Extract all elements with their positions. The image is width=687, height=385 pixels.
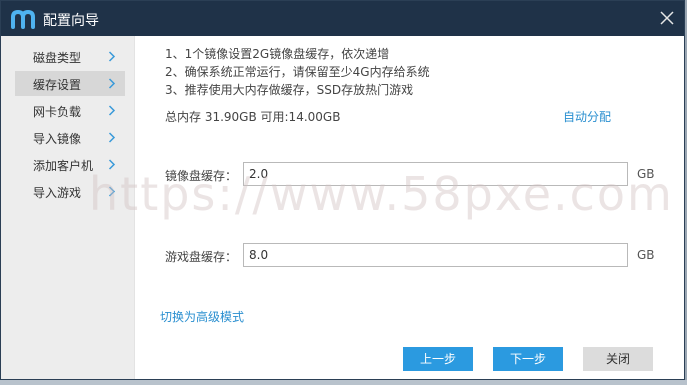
title-bar[interactable]: 配置向导 [1, 1, 684, 36]
close-button[interactable]: 关闭 [583, 347, 653, 371]
cache-settings-panel: 1、1个镜像设置2G镜像盘缓存，依次递增 2、确保系统正常运行，请保留至少4G内… [135, 36, 684, 379]
auto-allocate-link[interactable]: 自动分配 [563, 108, 611, 125]
image-cache-input[interactable] [243, 162, 628, 186]
sidebar-item-label: 网卡负载 [33, 105, 82, 119]
config-wizard-window: 配置向导 磁盘类型 缓存设置 网卡负载 导入镜像 添加客户机 导入游戏 1、1个… [0, 0, 685, 380]
image-cache-unit: GB [637, 167, 655, 181]
sidebar-item-label: 磁盘类型 [33, 51, 82, 65]
sidebar-item-disk-type[interactable]: 磁盘类型 [15, 44, 125, 69]
tip-line-3: 3、推荐使用大内存做缓存，SSD存放热门游戏 [165, 83, 414, 97]
close-icon[interactable] [658, 9, 676, 27]
memory-summary: 总内存 31.90GB 可用:14.00GB [165, 110, 341, 124]
tip-line-2: 2、确保系统正常运行，请保留至少4G内存给系统 [165, 65, 430, 79]
wizard-sidebar: 磁盘类型 缓存设置 网卡负载 导入镜像 添加客户机 导入游戏 [1, 36, 135, 379]
next-button[interactable]: 下一步 [493, 347, 563, 371]
chevron-right-icon [108, 186, 116, 197]
chevron-right-icon [108, 132, 116, 143]
sidebar-item-label: 添加客户机 [33, 159, 94, 173]
prev-button[interactable]: 上一步 [403, 347, 473, 371]
sidebar-item-cache-settings[interactable]: 缓存设置 [15, 71, 125, 96]
sidebar-item-import-image[interactable]: 导入镜像 [15, 125, 125, 150]
game-cache-input[interactable] [243, 243, 628, 267]
sidebar-item-add-client[interactable]: 添加客户机 [15, 152, 125, 177]
chevron-right-icon [108, 105, 116, 116]
chevron-right-icon [108, 159, 116, 170]
chevron-right-icon [108, 78, 116, 89]
image-cache-label: 镜像盘缓存： [165, 169, 238, 183]
sidebar-item-label: 导入镜像 [33, 132, 82, 146]
chevron-right-icon [108, 51, 116, 62]
window-title: 配置向导 [43, 13, 99, 29]
sidebar-item-label: 导入游戏 [33, 186, 82, 200]
game-cache-label: 游戏盘缓存： [165, 250, 238, 264]
sidebar-item-nic-load[interactable]: 网卡负载 [15, 98, 125, 123]
tip-line-1: 1、1个镜像设置2G镜像盘缓存，依次递增 [165, 47, 390, 61]
background-strip [0, 380, 687, 385]
app-logo-icon [11, 9, 35, 29]
advanced-mode-link[interactable]: 切换为高级模式 [160, 308, 244, 325]
sidebar-item-import-game[interactable]: 导入游戏 [15, 179, 125, 204]
game-cache-unit: GB [637, 248, 655, 262]
sidebar-item-label: 缓存设置 [33, 78, 82, 92]
